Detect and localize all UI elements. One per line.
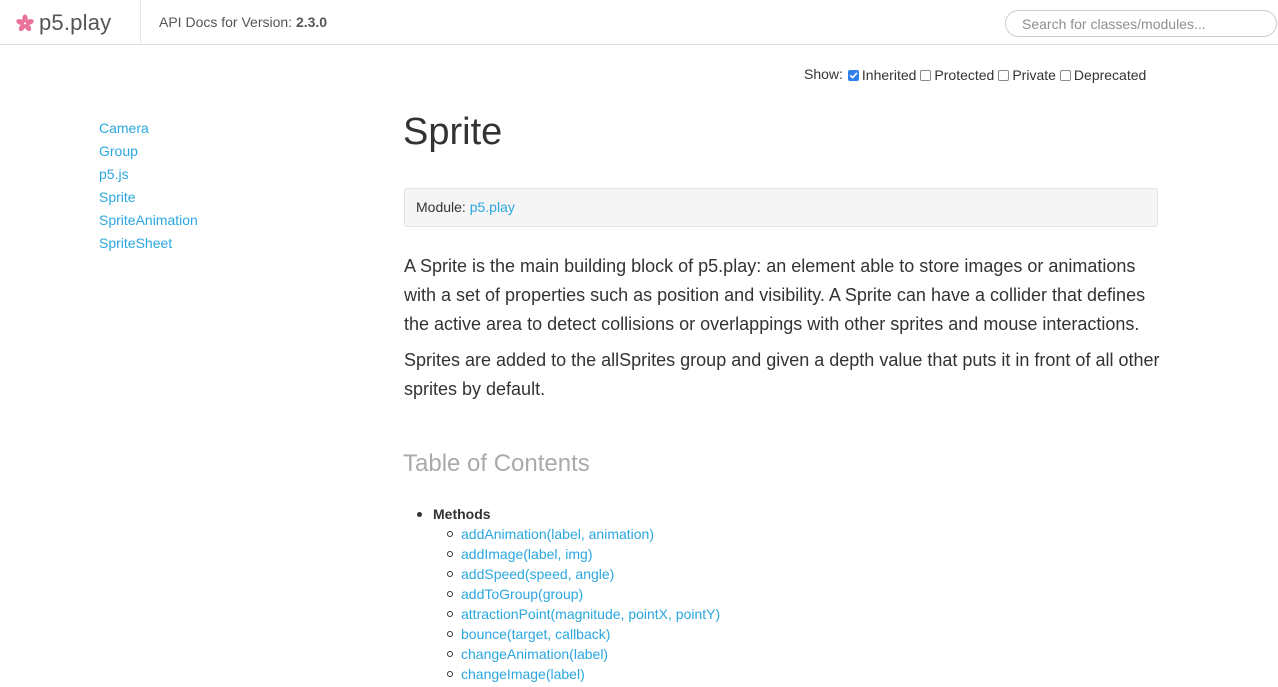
method-link-bounce[interactable]: bounce(target, callback) xyxy=(461,624,610,644)
inherited-label: Inherited xyxy=(861,67,917,83)
method-item: addToGroup(group) xyxy=(447,584,720,604)
sidebar-item-sprite[interactable]: Sprite xyxy=(99,187,198,210)
protected-label: Protected xyxy=(934,67,995,83)
version-number: 2.3.0 xyxy=(295,14,328,30)
toc-section-methods: Methods xyxy=(414,504,720,524)
circle-bullet-icon xyxy=(447,611,453,617)
module-info-box: Module: p5.play xyxy=(404,188,1158,227)
method-link-addtogroup[interactable]: addToGroup(group) xyxy=(461,584,583,604)
check-icon xyxy=(849,72,858,78)
sidebar-item-spritesheet[interactable]: SpriteSheet xyxy=(99,233,198,256)
module-label: Module: xyxy=(416,199,466,215)
circle-bullet-icon xyxy=(447,551,453,557)
version-info: API Docs for Version: 2.3.0 xyxy=(159,14,327,30)
sidebar-item-camera[interactable]: Camera xyxy=(99,118,198,141)
pink-asterisk-icon xyxy=(16,14,34,32)
sidebar-item-group[interactable]: Group xyxy=(99,141,198,164)
deprecated-checkbox[interactable] xyxy=(1059,69,1071,81)
search-input[interactable] xyxy=(1005,10,1277,37)
description-paragraph: A Sprite is the main building block of p… xyxy=(404,256,1146,334)
method-item: addImage(label, img) xyxy=(447,544,720,564)
filter-private[interactable]: Private xyxy=(998,67,1056,83)
filter-inherited[interactable]: Inherited xyxy=(847,67,917,83)
table-of-contents: Methods addAnimation(label, animation) a… xyxy=(414,504,720,684)
circle-bullet-icon xyxy=(447,651,453,657)
logo-text: p5.play xyxy=(39,10,112,35)
method-item: addSpeed(speed, angle) xyxy=(447,564,720,584)
method-item: bounce(target, callback) xyxy=(447,624,720,644)
private-label: Private xyxy=(1012,67,1056,83)
method-link-addimage[interactable]: addImage(label, img) xyxy=(461,544,593,564)
toc-section-label: Methods xyxy=(433,506,491,522)
bullet-icon xyxy=(417,511,422,517)
sidebar-link[interactable]: SpriteAnimation xyxy=(99,212,198,228)
method-link-attractionpoint[interactable]: attractionPoint(magnitude, pointX, point… xyxy=(461,604,720,624)
protected-checkbox[interactable] xyxy=(920,69,932,81)
circle-bullet-icon xyxy=(447,591,453,597)
sidebar-link[interactable]: p5.js xyxy=(99,166,129,182)
page-title: Sprite xyxy=(403,111,503,153)
method-item: attractionPoint(magnitude, pointX, point… xyxy=(447,604,720,624)
sidebar-link[interactable]: Sprite xyxy=(99,189,136,205)
navbar-divider xyxy=(140,0,141,45)
method-link-changeanimation[interactable]: changeAnimation(label) xyxy=(461,644,608,664)
sidebar-link[interactable]: SpriteSheet xyxy=(99,235,172,251)
logo-link[interactable]: p5.play xyxy=(16,9,111,37)
circle-bullet-icon xyxy=(447,671,453,677)
inherited-checkbox[interactable] xyxy=(847,69,859,81)
methods-list: addAnimation(label, animation) addImage(… xyxy=(414,524,720,684)
module-link[interactable]: p5.play xyxy=(470,199,515,215)
circle-bullet-icon xyxy=(447,531,453,537)
show-filters: Show: Inherited Protected Private Deprec… xyxy=(804,66,1150,83)
toc-heading: Table of Contents xyxy=(403,450,590,477)
show-label: Show: xyxy=(804,66,843,82)
method-item: changeImage(label) xyxy=(447,664,720,684)
private-checkbox[interactable] xyxy=(998,69,1010,81)
method-link-changeimage[interactable]: changeImage(label) xyxy=(461,664,585,684)
class-description: A Sprite is the main building block of p… xyxy=(404,252,1164,411)
filter-deprecated[interactable]: Deprecated xyxy=(1059,67,1147,83)
circle-bullet-icon xyxy=(447,631,453,637)
method-link-addspeed[interactable]: addSpeed(speed, angle) xyxy=(461,564,614,584)
top-navbar: p5.play API Docs for Version: 2.3.0 xyxy=(0,0,1278,45)
class-sidebar: Camera Group p5.js Sprite SpriteAnimatio… xyxy=(99,118,198,256)
version-prefix: API Docs for Version: xyxy=(159,14,293,30)
sidebar-item-spriteanimation[interactable]: SpriteAnimation xyxy=(99,210,198,233)
description-paragraph: Sprites are added to the allSprites grou… xyxy=(404,350,1160,399)
sidebar-link[interactable]: Group xyxy=(99,143,138,159)
method-link-addanimation[interactable]: addAnimation(label, animation) xyxy=(461,524,654,544)
method-item: addAnimation(label, animation) xyxy=(447,524,720,544)
filter-protected[interactable]: Protected xyxy=(920,67,994,83)
circle-bullet-icon xyxy=(447,571,453,577)
method-item: changeAnimation(label) xyxy=(447,644,720,664)
sidebar-item-p5js[interactable]: p5.js xyxy=(99,164,198,187)
sidebar-link[interactable]: Camera xyxy=(99,120,149,136)
deprecated-label: Deprecated xyxy=(1073,67,1147,83)
